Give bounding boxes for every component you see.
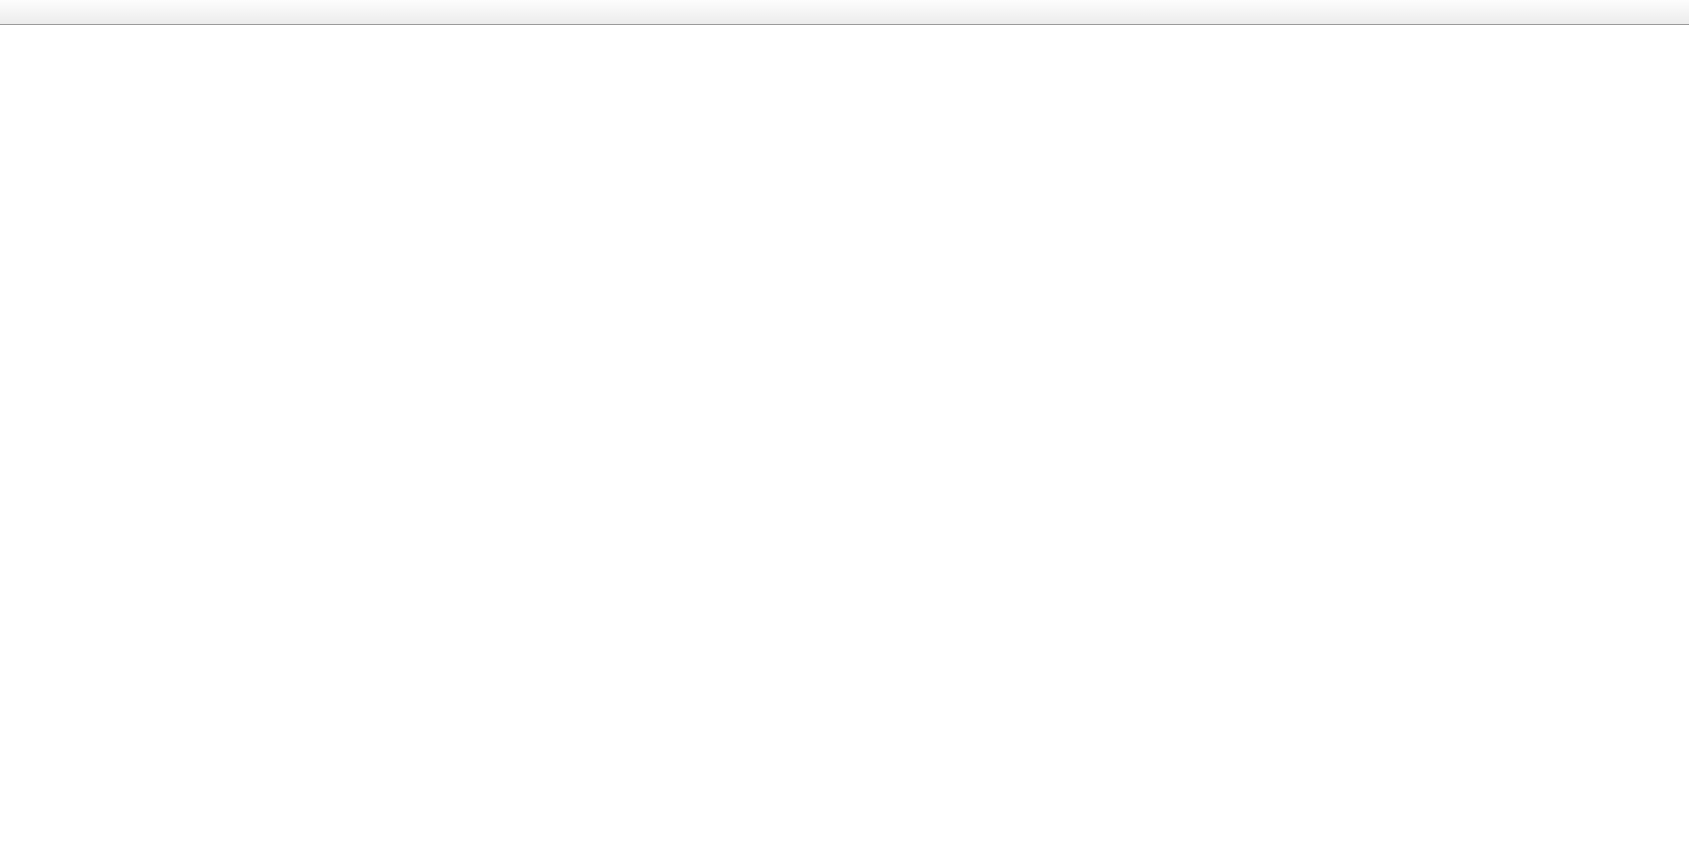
- chart-window[interactable]: [0, 25, 1689, 860]
- mt4-application: [0, 0, 1689, 860]
- main-toolbar: [0, 0, 1689, 25]
